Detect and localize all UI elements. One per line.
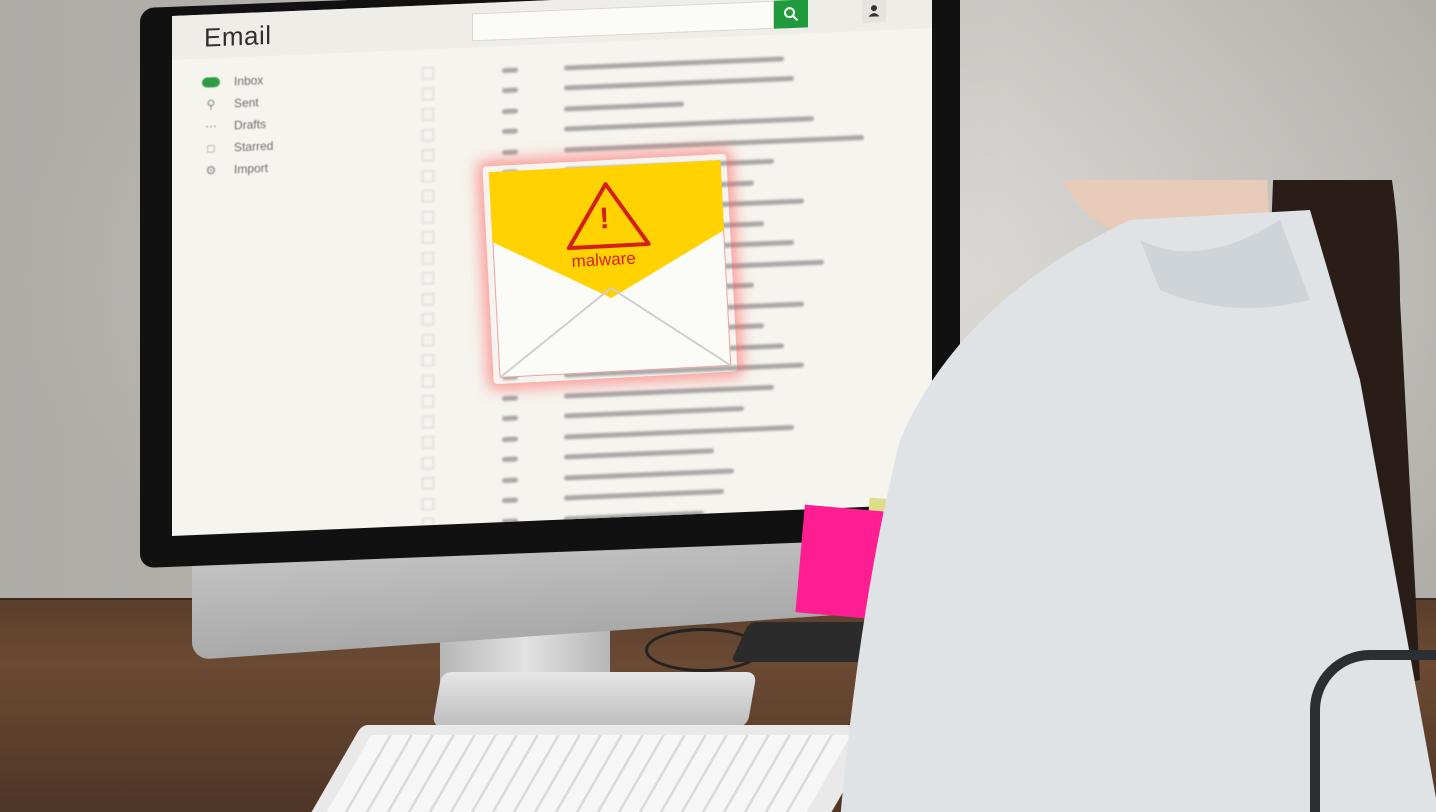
row-checkbox[interactable] — [422, 374, 434, 388]
row-icon — [530, 437, 564, 438]
row-icon — [530, 416, 564, 417]
row-icon — [530, 457, 564, 458]
search-icon — [784, 7, 799, 22]
sidebar-item-label: Drafts — [234, 117, 267, 133]
row-icon — [530, 129, 564, 130]
row-checkbox[interactable] — [422, 313, 434, 326]
sidebar-item-label: Import — [234, 160, 269, 177]
row-subject-redacted — [564, 56, 784, 71]
row-sender-redacted — [460, 501, 502, 503]
text-placeholder — [502, 415, 518, 422]
text-placeholder — [502, 497, 518, 504]
row-checkbox[interactable] — [422, 415, 434, 429]
inbox-icon — [202, 76, 220, 88]
row-checkbox[interactable] — [422, 251, 434, 265]
malware-label: malware — [571, 248, 637, 271]
row-flag-redacted — [502, 125, 530, 137]
row-sender-redacted — [460, 480, 502, 482]
draft-icon: ⋯ — [205, 119, 217, 134]
warning-triangle-icon: ! — [598, 201, 611, 236]
row-subject-redacted — [564, 489, 724, 501]
app-title: Email — [204, 19, 272, 53]
row-flag-redacted — [502, 105, 530, 117]
keyboard-keys — [324, 735, 852, 812]
star-icon: □ — [207, 141, 215, 156]
row-checkbox[interactable] — [422, 169, 434, 183]
row-sender-redacted — [460, 132, 502, 134]
sidebar-item-label: Starred — [234, 138, 274, 155]
row-checkbox[interactable] — [422, 210, 434, 224]
row-sender-redacted — [460, 91, 502, 93]
row-sender-redacted — [460, 111, 502, 113]
row-checkbox[interactable] — [422, 333, 434, 347]
text-placeholder — [502, 128, 518, 135]
row-sender-redacted — [460, 439, 502, 441]
row-icon — [530, 109, 564, 110]
row-checkbox[interactable] — [422, 272, 434, 285]
text-placeholder — [502, 87, 518, 94]
row-flag-redacted — [502, 453, 530, 465]
monitor-base — [432, 672, 757, 727]
row-flag-redacted — [502, 412, 530, 424]
row-sender-redacted — [460, 398, 502, 400]
text-placeholder — [502, 108, 518, 114]
search-icon: ⚲ — [206, 97, 216, 112]
text-placeholder — [502, 149, 518, 155]
row-subject-redacted — [564, 384, 774, 399]
row-checkbox[interactable] — [422, 456, 434, 470]
row-icon — [530, 498, 564, 499]
row-checkbox[interactable] — [422, 395, 434, 408]
row-checkbox[interactable] — [422, 108, 434, 121]
row-checkbox[interactable] — [422, 354, 434, 367]
malware-envelope: ! malware — [488, 160, 732, 378]
row-checkbox[interactable] — [422, 231, 434, 244]
text-placeholder — [502, 67, 518, 73]
row-sender-redacted — [460, 70, 502, 72]
row-checkbox[interactable] — [422, 477, 434, 490]
search-button[interactable] — [774, 0, 808, 29]
row-subject-redacted — [564, 116, 814, 132]
row-flag-redacted — [502, 146, 530, 158]
sidebar: Inbox ⚲ Sent ⋯ Drafts □ Starred ⚙ Import — [202, 65, 382, 183]
row-checkbox[interactable] — [422, 436, 434, 449]
row-subject-redacted — [564, 406, 744, 419]
row-flag-redacted — [502, 84, 530, 96]
text-placeholder — [502, 477, 518, 483]
row-icon — [530, 150, 564, 151]
row-checkbox[interactable] — [422, 497, 434, 511]
row-checkbox[interactable] — [422, 67, 434, 80]
row-checkbox[interactable] — [422, 292, 434, 306]
row-icon — [530, 88, 564, 89]
row-flag-redacted — [502, 494, 530, 506]
photo-scene: Email Inbox ⚲ Sent ⋯ Drafts □ Starred ⚙ … — [0, 0, 1436, 812]
row-icon — [530, 478, 564, 479]
sidebar-item-label: Sent — [234, 95, 259, 111]
gear-icon: ⚙ — [205, 163, 217, 178]
text-placeholder — [502, 436, 518, 442]
row-subject-redacted — [564, 424, 794, 440]
row-checkbox[interactable] — [422, 149, 434, 162]
row-subject-redacted — [564, 468, 734, 481]
user-button[interactable] — [862, 0, 886, 24]
row-sender-redacted — [460, 419, 502, 421]
row-sender-redacted — [460, 460, 502, 462]
user-icon — [868, 5, 880, 17]
row-checkbox[interactable] — [422, 190, 434, 203]
row-flag-redacted — [502, 433, 530, 445]
text-placeholder — [502, 456, 518, 463]
sidebar-item-label: Inbox — [234, 73, 264, 89]
chair — [1310, 650, 1436, 812]
row-flag-redacted — [502, 474, 530, 486]
row-flag-redacted — [502, 392, 530, 404]
row-checkbox[interactable] — [422, 87, 434, 101]
row-subject-redacted — [564, 448, 714, 460]
text-placeholder — [502, 395, 518, 401]
row-subject-redacted — [564, 76, 794, 91]
row-flag-redacted — [502, 64, 530, 76]
row-subject-redacted — [564, 101, 684, 112]
row-icon — [530, 68, 564, 69]
row-icon — [530, 396, 564, 397]
row-checkbox[interactable] — [422, 128, 434, 142]
row-sender-redacted — [460, 152, 502, 154]
